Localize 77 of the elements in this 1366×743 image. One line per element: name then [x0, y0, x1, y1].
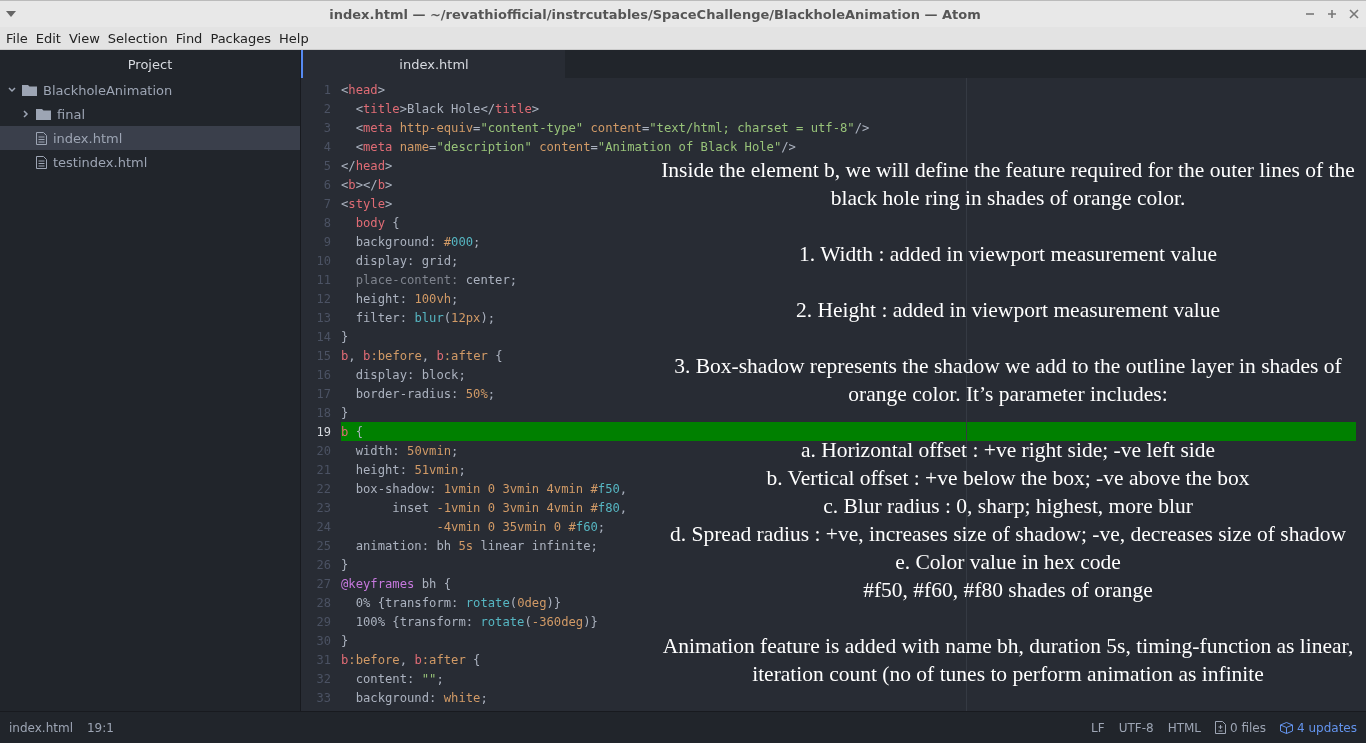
code-line: }	[341, 633, 349, 648]
menu-item[interactable]: View	[64, 30, 104, 46]
tree-item[interactable]: index.html	[0, 126, 300, 150]
code-line: box-shadow: 1vmin 0 3vmin 4vmin #f50,	[354, 481, 628, 496]
menu-item[interactable]: Selection	[103, 30, 172, 46]
menu-item[interactable]: Packages	[206, 30, 276, 46]
window-title: index.html — ~/revathiofficial/instrcutables/SpaceChallenge/BlackholeAnimation — Atom	[328, 6, 982, 22]
code-line: }	[341, 557, 349, 572]
code-line: height: 51vmin;	[354, 462, 466, 477]
code-line: }	[341, 405, 349, 420]
menu-item[interactable]: File	[2, 30, 32, 46]
code-line: height: 100vh;	[354, 291, 459, 306]
code-line: <b></b>	[341, 177, 393, 192]
code-line: content: "";	[354, 671, 444, 686]
caption-text: #f50, #f60, #f80 shades of orange	[862, 577, 1154, 604]
code-line: display: block;	[354, 367, 466, 382]
cursor-position[interactable]: 19:1	[87, 720, 114, 735]
package-icon	[1280, 721, 1293, 734]
code-line: body {	[354, 215, 400, 230]
code-line: @keyframes bh {	[341, 576, 452, 591]
editor-tab[interactable]: index.html	[301, 50, 565, 78]
caption-text: d. Spread radius : +ve, increases size of shadow; -ve, decreases size of shadow	[669, 521, 1347, 548]
caption-text: a. Horizontal offset : +ve right side; -ve left side	[799, 437, 1217, 464]
menu-item[interactable]: Help	[275, 30, 313, 46]
caption-text: Inside the element b, we will define the feature required for the outer lines of the black hole ring in shades of orange color.	[661, 157, 1355, 212]
code-line: </head>	[341, 158, 393, 173]
panel-title: Project	[126, 55, 174, 74]
folder-icon	[22, 84, 37, 96]
grammar[interactable]: HTML	[1167, 720, 1202, 735]
code-line: <meta name="description" content="Animation of Black Hole"/>	[354, 139, 796, 154]
maximize-icon[interactable]	[1326, 8, 1338, 20]
file-icon	[36, 155, 47, 169]
encoding[interactable]: UTF-8	[1118, 720, 1154, 735]
caption-text: 3. Box-shadow represents the shadow we add to the outline layer in shades of orange color. It’s parameter includes:	[673, 353, 1343, 408]
chevron-down-icon[interactable]	[8, 86, 16, 94]
tree-item[interactable]: testindex.html	[0, 150, 300, 174]
code-line: <meta http-equiv="content-type" content="text/html; charset = utf-8"/>	[354, 120, 870, 135]
code-line: <style>	[341, 196, 393, 211]
git-status[interactable]: 0 files	[1230, 720, 1266, 735]
code-line: filter: blur(12px);	[354, 310, 496, 325]
caption-text: c. Blur radius : 0, sharp; highest, more blur	[822, 493, 1194, 520]
code-line: -4vmin 0 35vmin 0 #f60;	[435, 519, 606, 534]
code-line: width: 50vmin;	[354, 443, 459, 458]
file-diff-icon	[1215, 721, 1227, 734]
code-line: border-radius: 50%;	[354, 386, 496, 401]
updates-link[interactable]: 4 updates	[1297, 720, 1357, 735]
caption-text: 1. Width : added in viewport measurement value	[798, 241, 1218, 268]
code-line: b {	[341, 424, 364, 439]
code-line: animation: bh 5s linear infinite;	[354, 538, 598, 553]
code-line: background: white;	[354, 690, 488, 705]
file-name[interactable]: index.html	[9, 720, 73, 735]
code-line: <head>	[341, 82, 386, 97]
folder-icon	[36, 108, 51, 120]
menu-item[interactable]: Find	[171, 30, 207, 46]
tree-item[interactable]: final	[0, 102, 300, 126]
code-line: b:before, b:after {	[341, 652, 481, 667]
code-line: 100% {transform: rotate(-360deg)}	[354, 614, 598, 629]
line-number: 19	[301, 422, 341, 441]
code-line: place-content: center;	[354, 272, 518, 287]
code-line: <title>Black Hole</title>	[354, 101, 540, 116]
file-icon	[36, 131, 47, 145]
chevron-right-icon[interactable]	[22, 110, 30, 118]
caption-text: 2. Height : added in viewport measurement value	[795, 297, 1221, 324]
code-line: inset -1vmin 0 3vmin 4vmin #f80,	[391, 500, 628, 515]
code-line: background: #000;	[354, 234, 481, 249]
dropdown-icon[interactable]	[6, 11, 16, 17]
close-icon[interactable]	[1348, 8, 1360, 20]
tree-item[interactable]: BlackholeAnimation	[0, 78, 300, 102]
code-line: 0% {transform: rotate(0deg)}	[354, 595, 562, 610]
caption-text: b. Vertical offset : +ve below the box; -ve above the box	[765, 465, 1251, 492]
line-ending[interactable]: LF	[1091, 720, 1105, 735]
code-line: b, b:before, b:after {	[341, 348, 503, 363]
code-line: }	[341, 329, 349, 344]
caption-text: e. Color value in hex code	[894, 549, 1122, 576]
caption-text: Animation feature is added with name bh, duration 5s, timing-function as linear, iteration count (no of tunes to perform animation as infinite	[661, 633, 1355, 688]
menu-item[interactable]: Edit	[31, 30, 65, 46]
code-line: display: grid;	[354, 253, 459, 268]
